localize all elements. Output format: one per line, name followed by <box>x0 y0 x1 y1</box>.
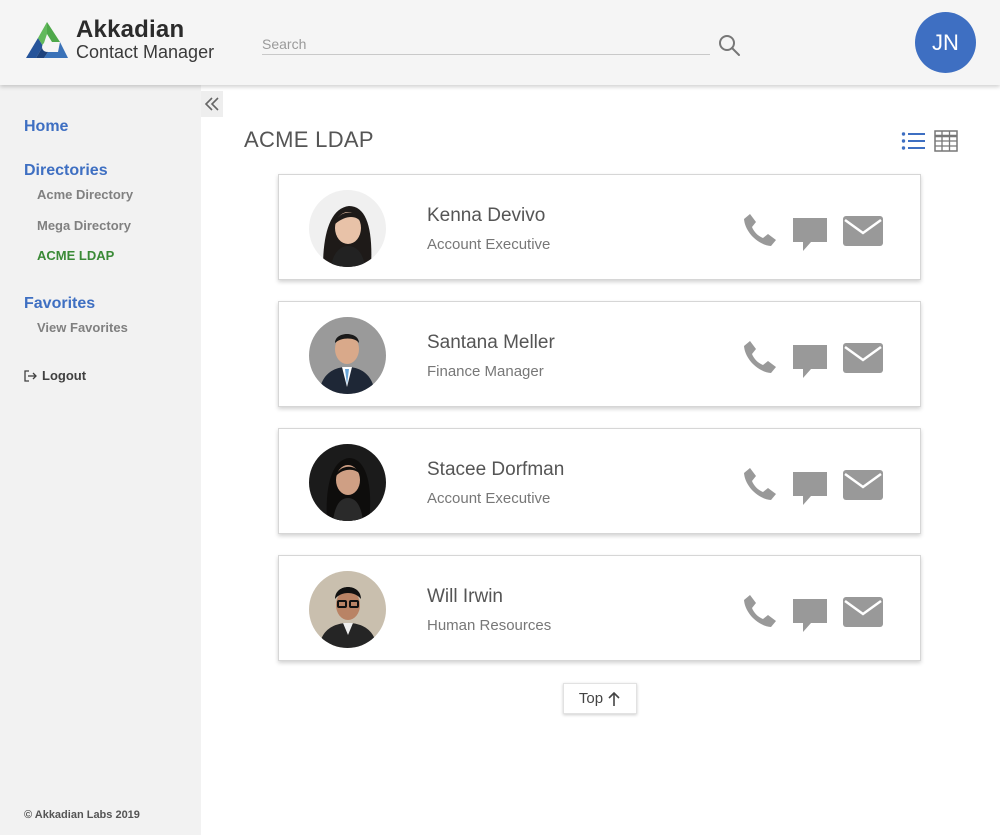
search-input[interactable] <box>262 34 710 55</box>
contact-title: Finance Manager <box>427 363 544 380</box>
sidebar-item-acme-directory[interactable]: Acme Directory <box>37 187 133 202</box>
logout-link[interactable]: Logout <box>24 368 86 383</box>
contact-title: Account Executive <box>427 236 551 253</box>
contact-card[interactable]: Kenna Devivo Account Executive <box>278 174 921 280</box>
contact-title: Human Resources <box>427 617 552 634</box>
sidebar-item-acme-ldap[interactable]: ACME LDAP <box>37 248 114 263</box>
user-avatar[interactable]: JN <box>915 12 976 73</box>
mail-icon[interactable] <box>842 342 884 374</box>
contact-photo <box>309 444 386 521</box>
logout-label: Logout <box>42 368 87 383</box>
phone-icon[interactable] <box>742 593 778 629</box>
grid-view-icon[interactable] <box>934 130 958 152</box>
contact-photo <box>309 317 386 394</box>
contact-title: Account Executive <box>427 490 551 507</box>
back-to-top-button[interactable]: Top <box>563 683 637 714</box>
collapse-sidebar-button[interactable] <box>201 91 223 117</box>
contact-card[interactable]: Stacee Dorfman Account Executive <box>278 428 921 534</box>
chat-icon[interactable] <box>791 215 829 253</box>
sidebar-heading-directories[interactable]: Directories <box>24 162 108 180</box>
chat-icon[interactable] <box>791 469 829 507</box>
sidebar-heading-favorites[interactable]: Favorites <box>24 295 95 313</box>
sidebar-item-mega-directory[interactable]: Mega Directory <box>37 218 131 233</box>
copyright-text: © Akkadian Labs 2019 <box>24 809 140 821</box>
double-chevron-left-icon <box>204 97 219 111</box>
sidebar-item-home[interactable]: Home <box>24 118 68 136</box>
search-icon[interactable] <box>717 33 741 57</box>
mail-icon[interactable] <box>842 469 884 501</box>
page-title: ACME LDAP <box>244 127 374 152</box>
mail-icon[interactable] <box>842 596 884 628</box>
akkadian-logo-icon <box>26 22 68 58</box>
phone-icon[interactable] <box>742 212 778 248</box>
sidebar-item-view-favorites[interactable]: View Favorites <box>37 320 128 335</box>
phone-icon[interactable] <box>742 466 778 502</box>
contact-photo <box>309 190 386 267</box>
logout-icon <box>24 369 37 382</box>
arrow-up-icon <box>608 691 620 706</box>
contact-card[interactable]: Will Irwin Human Resources <box>278 555 921 661</box>
mail-icon[interactable] <box>842 215 884 247</box>
contact-name: Santana Meller <box>427 332 555 353</box>
contact-name: Kenna Devivo <box>427 205 546 226</box>
chat-icon[interactable] <box>791 342 829 380</box>
contact-name: Will Irwin <box>427 586 503 607</box>
contact-name: Stacee Dorfman <box>427 459 565 480</box>
brand-subtitle: Contact Manager <box>76 42 215 62</box>
app-header: Akkadian Contact Manager JN <box>0 0 1000 85</box>
phone-icon[interactable] <box>742 339 778 375</box>
contact-photo <box>309 571 386 648</box>
top-button-label: Top <box>578 690 604 707</box>
brand-title: Akkadian <box>76 16 185 43</box>
list-view-icon[interactable] <box>901 130 925 152</box>
chat-icon[interactable] <box>791 596 829 634</box>
contact-card[interactable]: Santana Meller Finance Manager <box>278 301 921 407</box>
